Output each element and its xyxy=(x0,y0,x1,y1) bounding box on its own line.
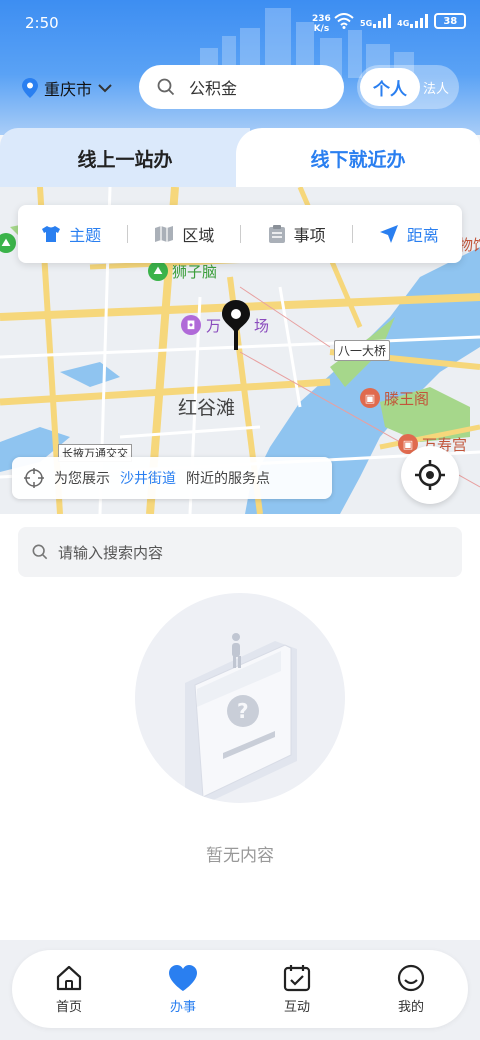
locate-target-icon xyxy=(415,460,445,490)
navigation-arrow-icon xyxy=(379,225,398,243)
nav-profile-label: 我的 xyxy=(397,999,424,1015)
net-speed: 236 K/s xyxy=(312,14,331,34)
nav-services[interactable]: 办事 xyxy=(143,964,223,1015)
filter-matter-label: 事项 xyxy=(293,226,326,245)
service-list: 请输入搜索内容 ? 暂无内容 xyxy=(0,514,480,940)
location-pin-icon xyxy=(22,78,38,98)
filter-distance[interactable]: 距离 xyxy=(379,222,439,246)
mode-tabs: 线上一站办 线下就近办 xyxy=(0,128,480,188)
bottom-nav: 首页 办事 互动 我的 xyxy=(12,950,468,1028)
status-bar: 2:50 236 K/s 5G 4G 38 xyxy=(0,0,480,46)
content-search-input[interactable]: 请输入搜索内容 xyxy=(18,527,462,577)
map-icon xyxy=(155,226,174,242)
filter-region[interactable]: 区域 xyxy=(154,222,214,246)
empty-state-illustration: ? xyxy=(135,593,345,803)
crosshair-icon xyxy=(24,468,44,488)
role-toggle: 个人 法人 xyxy=(357,65,459,109)
hint-suffix: 附近的服务点 xyxy=(186,471,270,487)
nav-services-label: 办事 xyxy=(169,999,196,1015)
heart-icon xyxy=(169,964,197,991)
role-personal[interactable]: 个人 xyxy=(360,68,420,106)
status-icons: 5G 4G 38 xyxy=(334,13,467,29)
net-speed-unit: K/s xyxy=(313,24,330,34)
city-selector[interactable]: 重庆市 xyxy=(22,76,112,100)
svg-text:?: ? xyxy=(237,699,249,723)
locate-button[interactable] xyxy=(401,446,459,504)
map-label-lion-head: 狮子脑 xyxy=(172,263,218,281)
clipboard-icon xyxy=(268,225,285,243)
park-poi-icon: ⛰ xyxy=(148,261,168,281)
shopping-poi-icon: ◘ xyxy=(181,315,201,335)
empty-document-icon: ? xyxy=(185,633,297,803)
home-icon xyxy=(56,965,82,990)
nav-home[interactable]: 首页 xyxy=(29,964,109,1015)
wifi-icon xyxy=(334,13,354,29)
tab-offline[interactable]: 线下就近办 xyxy=(236,128,480,188)
map-label-wanda-2: 场 xyxy=(254,317,270,335)
nav-profile[interactable]: 我的 xyxy=(371,964,451,1015)
chevron-down-icon xyxy=(98,84,112,93)
signal-1-label: 5G xyxy=(360,19,373,28)
calendar-check-icon xyxy=(283,964,311,991)
tab-online[interactable]: 线上一站办 xyxy=(0,128,250,188)
smile-icon xyxy=(397,964,425,991)
divider xyxy=(240,225,242,243)
search-icon xyxy=(157,78,175,96)
filter-matter[interactable]: 事项 xyxy=(268,222,326,246)
hint-street[interactable]: 沙井街道 xyxy=(120,468,176,488)
map-filter-bar: 主题 区域 事项 距离 xyxy=(18,205,462,263)
map-marker-icon[interactable] xyxy=(222,300,250,350)
net-speed-value: 236 xyxy=(312,14,331,24)
hint-prefix: 为您展示 xyxy=(54,471,110,487)
nav-interact-label: 互动 xyxy=(283,999,310,1015)
map-label-bayi-bridge: 八一大桥 xyxy=(334,340,391,361)
header-search-text: 公积金 xyxy=(189,79,238,98)
shirt-icon xyxy=(42,226,61,242)
map-label-wanda-1: 万 xyxy=(206,317,222,335)
signal-bars-icon xyxy=(410,14,429,28)
signal-2-label: 4G xyxy=(397,19,410,28)
nav-home-label: 首页 xyxy=(55,999,82,1015)
location-hint: 为您展示 沙井街道 附近的服务点 xyxy=(12,457,332,499)
status-time: 2:50 xyxy=(25,14,59,32)
filter-distance-label: 距离 xyxy=(406,226,439,245)
search-icon xyxy=(32,544,48,560)
signal-bars-icon xyxy=(373,14,392,28)
role-legal-entity[interactable]: 法人 xyxy=(423,78,449,97)
nav-interact[interactable]: 互动 xyxy=(257,964,337,1015)
filter-region-label: 区域 xyxy=(182,226,215,245)
landmark-poi-icon: ▣ xyxy=(360,388,380,408)
header-search[interactable]: 公积金 xyxy=(139,65,344,109)
empty-state-text: 暂无内容 xyxy=(206,846,274,866)
filter-theme-label: 主题 xyxy=(69,226,102,245)
filter-theme[interactable]: 主题 xyxy=(41,222,101,246)
map-label-tengwang: 滕王阁 xyxy=(384,390,430,408)
divider xyxy=(351,225,353,243)
divider xyxy=(127,225,129,243)
battery-indicator: 38 xyxy=(434,13,467,29)
city-name: 重庆市 xyxy=(44,80,93,99)
map-label-hongguttan: 红谷滩 xyxy=(178,397,236,419)
content-search-placeholder: 请输入搜索内容 xyxy=(58,543,164,562)
